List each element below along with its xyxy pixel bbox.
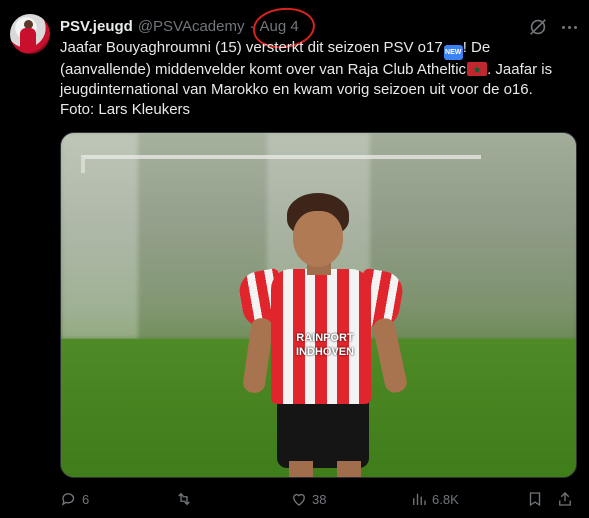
more-dot	[561, 25, 565, 29]
tweet-text: Jaafar Bouyaghroumni (15) versterkt dit …	[60, 38, 580, 120]
text-line-3: jeugdinternational van Marokko en kwam v…	[60, 81, 533, 98]
tweet-header: PSV.jeugd @PSVAcademy · Aug 4	[60, 5, 317, 50]
new-emoji-icon: NEW	[443, 45, 463, 60]
date-wrapper: Aug 4	[252, 5, 317, 50]
bookmark-icon	[529, 492, 541, 507]
player-shorts	[277, 398, 369, 468]
bookmark-button[interactable]	[526, 488, 544, 510]
player-left-leg	[289, 461, 313, 477]
sponsor-line-2: INDHOVEN	[295, 346, 355, 358]
text-line-1a: Jaafar Bouyaghroumni (15) versterkt dit …	[60, 39, 443, 56]
more-icon[interactable]	[558, 16, 580, 38]
player-face	[293, 211, 343, 267]
like-icon	[293, 493, 305, 506]
repost-button[interactable]	[175, 488, 197, 510]
author-name[interactable]: PSV.jeugd	[60, 18, 133, 35]
separator-dot: ·	[249, 17, 255, 35]
author-handle[interactable]: @PSVAcademy	[138, 18, 245, 35]
views-icon	[413, 493, 426, 505]
views-count: 6.8K	[432, 491, 459, 507]
text-line-4: Foto: Lars Kleukers	[60, 101, 191, 118]
reply-icon	[61, 493, 75, 506]
reply-button[interactable]: 6	[60, 488, 89, 510]
grok-icon[interactable]	[527, 16, 549, 38]
player-right-leg	[337, 461, 361, 477]
text-line-2b: . Jaafar is	[487, 61, 553, 78]
tweet-date[interactable]: Aug 4	[259, 18, 298, 35]
text-line-1b: ! De	[462, 39, 491, 56]
player-right-arm	[371, 316, 409, 395]
avatar-figure	[20, 28, 36, 50]
like-button[interactable]: 38	[290, 488, 326, 510]
tweet-photo[interactable]: RAINPORT INDHOVEN	[60, 132, 577, 478]
sponsor-line-1: RAINPORT	[296, 332, 354, 344]
avatar[interactable]	[10, 14, 50, 54]
repost-icon	[178, 492, 190, 506]
player-figure: RAINPORT INDHOVEN	[236, 193, 411, 477]
text-line-2: (aanvallende) middenvelder komt over van…	[60, 60, 580, 81]
share-button[interactable]	[556, 488, 574, 510]
more-dot	[567, 25, 571, 29]
photo-goal-frame	[81, 155, 481, 173]
morocco-flag-icon	[467, 61, 488, 81]
share-icon	[559, 492, 571, 506]
text-line-2a: (aanvallende) middenvelder komt over van…	[60, 61, 467, 78]
text-line-1: Jaafar Bouyaghroumni (15) versterkt dit …	[60, 38, 580, 60]
tweet[interactable]: PSV.jeugd @PSVAcademy · Aug 4 Jaafar Bou…	[0, 0, 589, 518]
shirt-sponsor: RAINPORT INDHOVEN	[285, 331, 365, 363]
reply-count: 6	[82, 491, 90, 507]
action-bar: 6 38 6.8K	[60, 488, 580, 510]
views-button[interactable]: 6.8K	[410, 488, 459, 510]
player-left-arm	[241, 316, 275, 395]
like-count: 38	[312, 491, 327, 507]
more-dot	[573, 25, 577, 29]
